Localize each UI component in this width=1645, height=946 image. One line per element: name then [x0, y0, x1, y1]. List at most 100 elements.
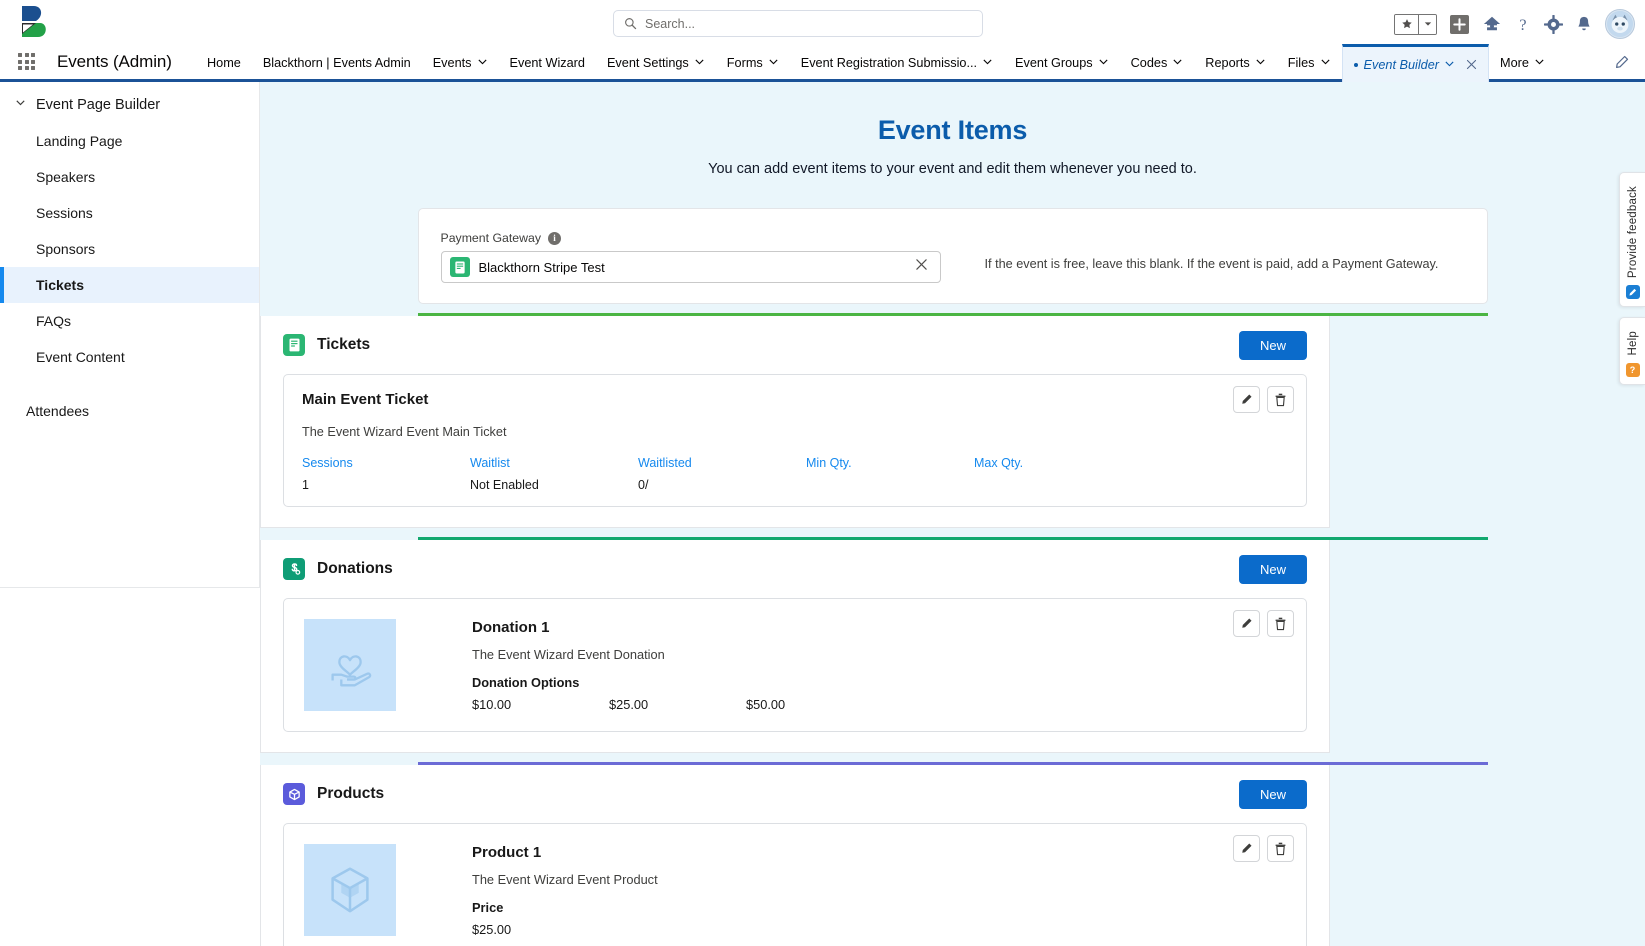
service-setup-icon[interactable]: [1482, 15, 1502, 33]
sidebar-item-event-content[interactable]: Event Content: [0, 339, 259, 375]
sidebar-item-label: Landing Page: [36, 133, 123, 149]
help-tab[interactable]: Help ?: [1619, 317, 1645, 385]
nav-item-events[interactable]: Events: [422, 44, 499, 82]
nav-item-forms[interactable]: Forms: [716, 44, 790, 82]
column-header[interactable]: Sessions: [302, 456, 470, 470]
page-subtitle: You can add event items to your event an…: [708, 161, 1197, 177]
donation-description: The Event Wizard Event Donation: [472, 647, 665, 663]
chevron-down-icon[interactable]: [982, 56, 993, 70]
notifications-bell-icon[interactable]: [1576, 15, 1592, 33]
sidebar-item-label: Speakers: [36, 169, 96, 185]
chevron-down-icon[interactable]: [694, 56, 705, 70]
sidebar-item-tickets[interactable]: Tickets: [0, 267, 259, 303]
hand-heart-icon: [331, 655, 372, 687]
product-item-card: Product 1 The Event Wizard Event Product…: [283, 823, 1307, 946]
chevron-down-icon[interactable]: [1534, 56, 1545, 70]
donation-option: $25.00: [609, 697, 649, 713]
chevron-down-icon[interactable]: [768, 56, 779, 70]
sidebar-item-sessions[interactable]: Sessions: [0, 195, 259, 231]
blackthorn-logo[interactable]: [14, 4, 56, 44]
search-box[interactable]: [613, 10, 983, 37]
help-icon[interactable]: ?: [1515, 15, 1531, 34]
provide-feedback-tab[interactable]: Provide feedback: [1619, 172, 1645, 308]
global-actions-icon[interactable]: [1450, 14, 1469, 34]
svg-text:?: ?: [1519, 17, 1526, 34]
chevron-down-icon[interactable]: [477, 56, 488, 70]
column-value: [974, 478, 1142, 492]
sidebar-item-speakers[interactable]: Speakers: [0, 159, 259, 195]
search-input[interactable]: [645, 16, 972, 31]
page-title: Event Items: [877, 115, 1028, 145]
ticket-col-waitlisted: Waitlisted 0/: [638, 456, 806, 492]
nav-item-label: Reports: [1205, 56, 1250, 70]
nav-item-more[interactable]: More: [1489, 44, 1556, 82]
sidebar-item-attendees[interactable]: Attendees: [0, 393, 259, 429]
delete-donation-icon[interactable]: [1267, 610, 1294, 638]
new-product-button[interactable]: New: [1238, 779, 1307, 809]
sidebar-item-landing-page[interactable]: Landing Page: [0, 123, 259, 159]
products-section-title: Products: [317, 785, 385, 803]
chevron-down-icon[interactable]: [1444, 58, 1455, 72]
nav-item-codes[interactable]: Codes: [1120, 44, 1195, 82]
close-icon[interactable]: [1466, 59, 1477, 70]
sidebar-item-faqs[interactable]: FAQs: [0, 303, 259, 339]
column-value: 0/: [638, 478, 649, 493]
info-icon[interactable]: i: [547, 231, 561, 245]
chevron-down-icon[interactable]: [1172, 56, 1183, 70]
sidebar-item-sponsors[interactable]: Sponsors: [0, 231, 259, 267]
favorites-star-icon[interactable]: [1395, 14, 1418, 34]
new-ticket-button[interactable]: New: [1238, 330, 1307, 360]
sidebar-group-label: Event Page Builder: [36, 96, 161, 113]
column-header[interactable]: Min Qty.: [806, 456, 974, 470]
chevron-down-icon[interactable]: [1320, 56, 1331, 70]
ticket-col-sessions: Sessions 1: [302, 456, 470, 492]
edge-tab-group: Provide feedback Help ?: [1619, 172, 1645, 385]
column-header[interactable]: Max Qty.: [974, 456, 1142, 470]
edit-page-pencil-icon[interactable]: [1614, 55, 1629, 75]
favorites-dropdown-icon[interactable]: [1419, 14, 1436, 34]
new-donation-button[interactable]: New: [1238, 554, 1307, 584]
column-header[interactable]: Waitlisted: [638, 456, 806, 470]
nav-item-event-wizard[interactable]: Event Wizard: [499, 44, 596, 82]
product-thumbnail: [304, 844, 396, 937]
payment-gateway-label: Payment Gateway: [440, 231, 541, 246]
chevron-down-icon[interactable]: [14, 96, 27, 113]
favorites-control[interactable]: [1394, 13, 1437, 35]
clear-payment-gateway-icon[interactable]: [911, 258, 932, 276]
product-price-row: $25.00: [472, 922, 1306, 937]
chevron-down-icon[interactable]: [1255, 56, 1266, 70]
delete-product-icon[interactable]: [1267, 835, 1294, 863]
nav-item-label: Event Settings: [606, 56, 689, 70]
nav-item-reports[interactable]: Reports: [1194, 44, 1276, 82]
nav-item-home[interactable]: Home: [196, 44, 252, 82]
sidebar-item-label: FAQs: [36, 313, 72, 329]
product-price-label: Price: [472, 900, 504, 916]
donations-section: Donations New Donation 1 The Event Wizar…: [260, 540, 1330, 754]
help-label: Help: [1626, 331, 1639, 356]
nav-item-event-groups[interactable]: Event Groups: [1004, 44, 1120, 82]
event-builder-sidebar: Event Page Builder Landing Page Speakers…: [0, 82, 260, 588]
global-search[interactable]: [613, 10, 983, 37]
edit-product-icon[interactable]: [1233, 835, 1260, 863]
nav-item-blackthorn-events-admin[interactable]: Blackthorn | Events Admin: [252, 44, 422, 82]
nav-item-event-registration-submissions[interactable]: Event Registration Submissio...: [790, 44, 1004, 82]
ticket-col-max-qty: Max Qty.: [974, 456, 1142, 492]
edit-donation-icon[interactable]: [1233, 610, 1260, 638]
sidebar-group-event-page-builder[interactable]: Event Page Builder: [0, 82, 259, 123]
user-avatar[interactable]: [1605, 9, 1635, 39]
nav-item-label: Blackthorn | Events Admin: [262, 56, 411, 70]
donation-name: Donation 1: [472, 619, 550, 637]
nav-item-event-settings[interactable]: Event Settings: [596, 44, 716, 82]
chevron-down-icon[interactable]: [1098, 56, 1109, 70]
nav-item-event-builder[interactable]: Event Builder: [1341, 44, 1489, 82]
donations-section-title: Donations: [317, 560, 393, 578]
payment-gateway-input[interactable]: Blackthorn Stripe Test: [440, 251, 941, 284]
ticket-name: Main Event Ticket: [302, 391, 429, 409]
nav-item-files[interactable]: Files: [1277, 44, 1342, 82]
nav-item-label: Events: [432, 56, 472, 70]
setup-gear-icon[interactable]: [1544, 14, 1563, 34]
edit-ticket-icon[interactable]: [1233, 386, 1260, 414]
column-header[interactable]: Waitlist: [470, 456, 638, 470]
delete-ticket-icon[interactable]: [1267, 386, 1294, 414]
app-launcher-icon[interactable]: [18, 53, 35, 70]
